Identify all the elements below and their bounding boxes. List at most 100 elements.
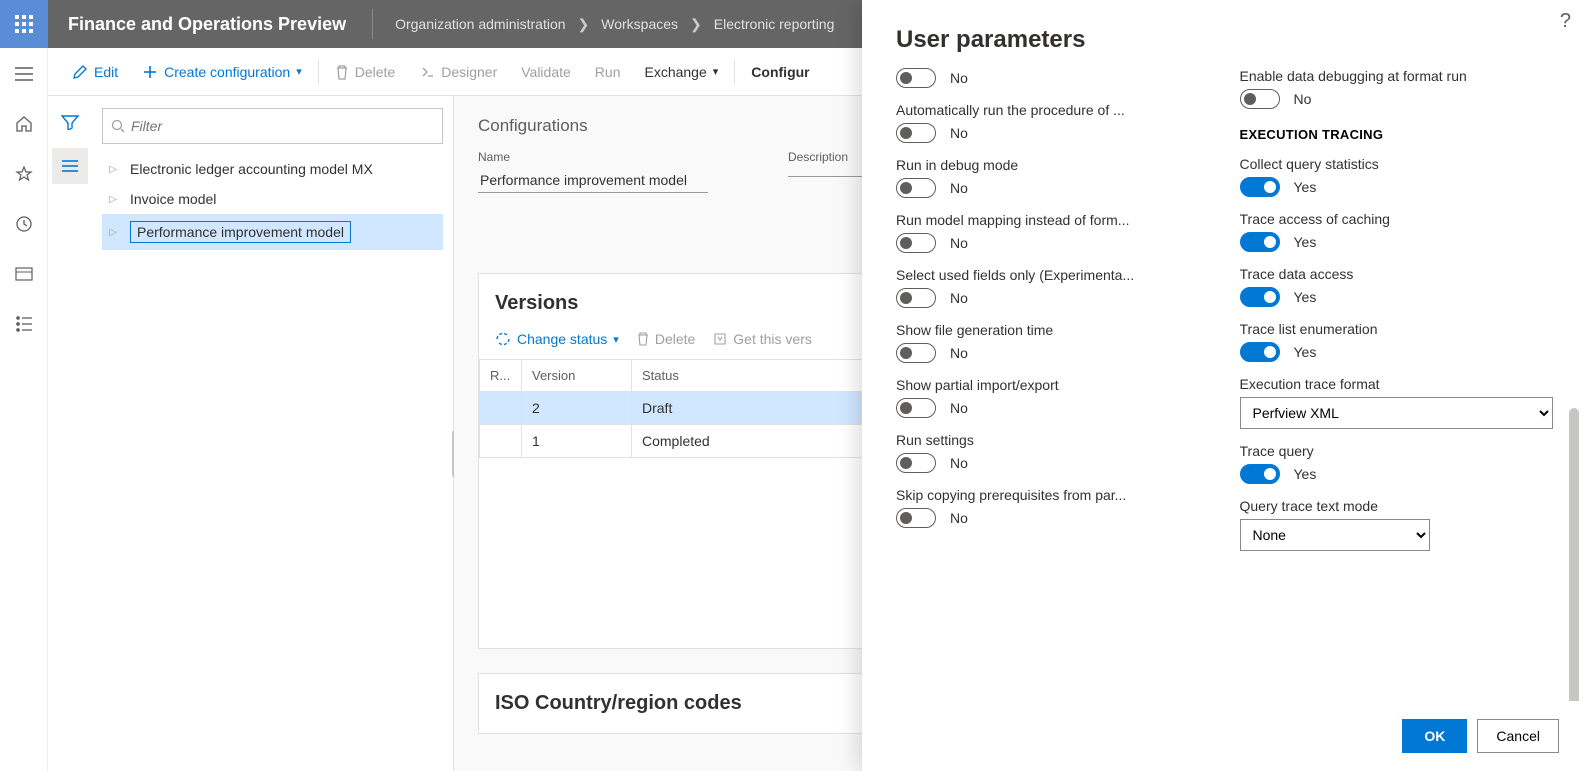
toggle-label: Show file generation time <box>896 322 1176 338</box>
filter-toggle[interactable] <box>52 104 88 140</box>
waffle-icon <box>15 15 33 33</box>
toggle[interactable] <box>896 123 936 143</box>
workspaces-button[interactable] <box>8 258 40 290</box>
col-r[interactable]: R... <box>480 360 522 392</box>
cancel-button[interactable]: Cancel <box>1477 719 1559 753</box>
edit-button[interactable]: Edit <box>60 58 130 86</box>
toggle[interactable] <box>896 288 936 308</box>
expand-icon[interactable]: ▷ <box>106 227 120 238</box>
toggle[interactable] <box>896 508 936 528</box>
configurations-label: Configur <box>751 64 809 80</box>
toggle[interactable] <box>896 233 936 253</box>
trash-icon <box>637 332 649 346</box>
filter-box[interactable] <box>102 108 443 144</box>
waffle-button[interactable] <box>0 0 48 48</box>
hamburger-button[interactable] <box>8 58 40 90</box>
pencil-icon <box>72 64 88 80</box>
tree-item[interactable]: ▷ Invoice model <box>102 184 443 214</box>
versions-delete-label: Delete <box>655 331 695 347</box>
tracing-header: EXECUTION TRACING <box>1240 127 1554 142</box>
ok-button[interactable]: OK <box>1402 719 1467 753</box>
breadcrumb: Organization administration ❯ Workspaces… <box>379 16 834 33</box>
toggle-value: No <box>950 290 968 306</box>
favorites-button[interactable] <box>8 158 40 190</box>
toggle[interactable] <box>896 453 936 473</box>
clock-icon <box>15 215 33 233</box>
toggle-value: No <box>950 400 968 416</box>
toggle[interactable] <box>1240 287 1280 307</box>
toggle[interactable] <box>1240 89 1280 109</box>
toggle[interactable] <box>1240 177 1280 197</box>
create-config-button[interactable]: Create configuration ▾ <box>130 58 314 86</box>
home-icon <box>15 115 33 133</box>
toggle-label: Select used fields only (Experimenta... <box>896 267 1176 283</box>
tree-item[interactable]: ▷ Electronic ledger accounting model MX <box>102 154 443 184</box>
download-icon <box>713 332 727 346</box>
delete-button[interactable]: Delete <box>323 58 407 86</box>
toggle-label: Trace query <box>1240 443 1520 459</box>
toggle-value: Yes <box>1294 466 1317 482</box>
change-status-button[interactable]: Change status ▾ <box>495 331 619 347</box>
plus-icon <box>142 64 158 80</box>
toggle[interactable] <box>896 178 936 198</box>
exec-format-select[interactable]: Perfview XML <box>1240 397 1554 429</box>
chevron-down-icon: ▾ <box>713 65 719 78</box>
home-button[interactable] <box>8 108 40 140</box>
configurations-tab[interactable]: Configur <box>739 58 821 86</box>
toggle[interactable] <box>1240 232 1280 252</box>
query-mode-field: Query trace text mode None <box>1240 498 1430 551</box>
toggle[interactable] <box>1240 464 1280 484</box>
toggle-group: Skip copying prerequisites from par... N… <box>896 487 1210 528</box>
chevron-right-icon: ❯ <box>690 16 702 33</box>
breadcrumb-item[interactable]: Electronic reporting <box>714 16 835 32</box>
delete-label: Delete <box>355 64 395 80</box>
toggle-label: Trace list enumeration <box>1240 321 1520 337</box>
toggle-group: Trace query Yes <box>1240 443 1554 484</box>
recent-button[interactable] <box>8 208 40 240</box>
toggle[interactable] <box>896 68 936 88</box>
versions-delete-button[interactable]: Delete <box>637 331 695 347</box>
validate-button[interactable]: Validate <box>509 58 583 86</box>
trash-icon <box>335 64 349 80</box>
separator <box>734 60 735 84</box>
expand-icon[interactable]: ▷ <box>106 164 120 175</box>
funnel-icon <box>61 114 79 130</box>
field-label: Query trace text mode <box>1240 498 1430 514</box>
toggle[interactable] <box>896 343 936 363</box>
panel-right-column: Enable data debugging at format run No E… <box>1240 68 1554 701</box>
toggle-group: Collect query statistics Yes <box>1240 156 1554 197</box>
search-icon <box>111 119 125 133</box>
toggle-value: Yes <box>1294 344 1317 360</box>
breadcrumb-item[interactable]: Organization administration <box>395 16 565 32</box>
toggle-label: Automatically run the procedure of ... <box>896 102 1176 118</box>
name-value[interactable]: Performance improvement model <box>478 168 708 193</box>
toggle-group: Enable data debugging at format run No <box>1240 68 1554 109</box>
scrollbar-thumb[interactable] <box>1569 408 1579 701</box>
col-version[interactable]: Version <box>522 360 632 392</box>
breadcrumb-item[interactable]: Workspaces <box>601 16 678 32</box>
filter-input[interactable] <box>131 118 434 134</box>
tree-item[interactable]: ▷ Performance improvement model <box>102 214 443 250</box>
toggle-label: Run model mapping instead of form... <box>896 212 1176 228</box>
run-button[interactable]: Run <box>583 58 633 86</box>
expand-icon[interactable]: ▷ <box>106 194 120 205</box>
exchange-button[interactable]: Exchange ▾ <box>632 58 730 86</box>
toggle[interactable] <box>1240 342 1280 362</box>
query-mode-select[interactable]: None <box>1240 519 1430 551</box>
toggle-label: Collect query statistics <box>1240 156 1520 172</box>
designer-button[interactable]: Designer <box>407 58 509 86</box>
toggle[interactable] <box>896 398 936 418</box>
tree-item-label: Performance improvement model <box>130 221 351 243</box>
list-toggle[interactable] <box>52 148 88 184</box>
toggle-group: Show file generation time No <box>896 322 1210 363</box>
toggle-group: Automatically run the procedure of ... N… <box>896 102 1210 143</box>
toggle-label: Run in debug mode <box>896 157 1176 173</box>
toggle-value: No <box>950 345 968 361</box>
toggle-group: No <box>896 68 1210 88</box>
panel-footer: OK Cancel <box>862 701 1587 771</box>
modules-button[interactable] <box>8 308 40 340</box>
get-version-button[interactable]: Get this vers <box>713 331 812 347</box>
help-button[interactable]: ? <box>1560 10 1571 33</box>
tree-tools <box>48 96 92 184</box>
exchange-label: Exchange <box>644 64 706 80</box>
